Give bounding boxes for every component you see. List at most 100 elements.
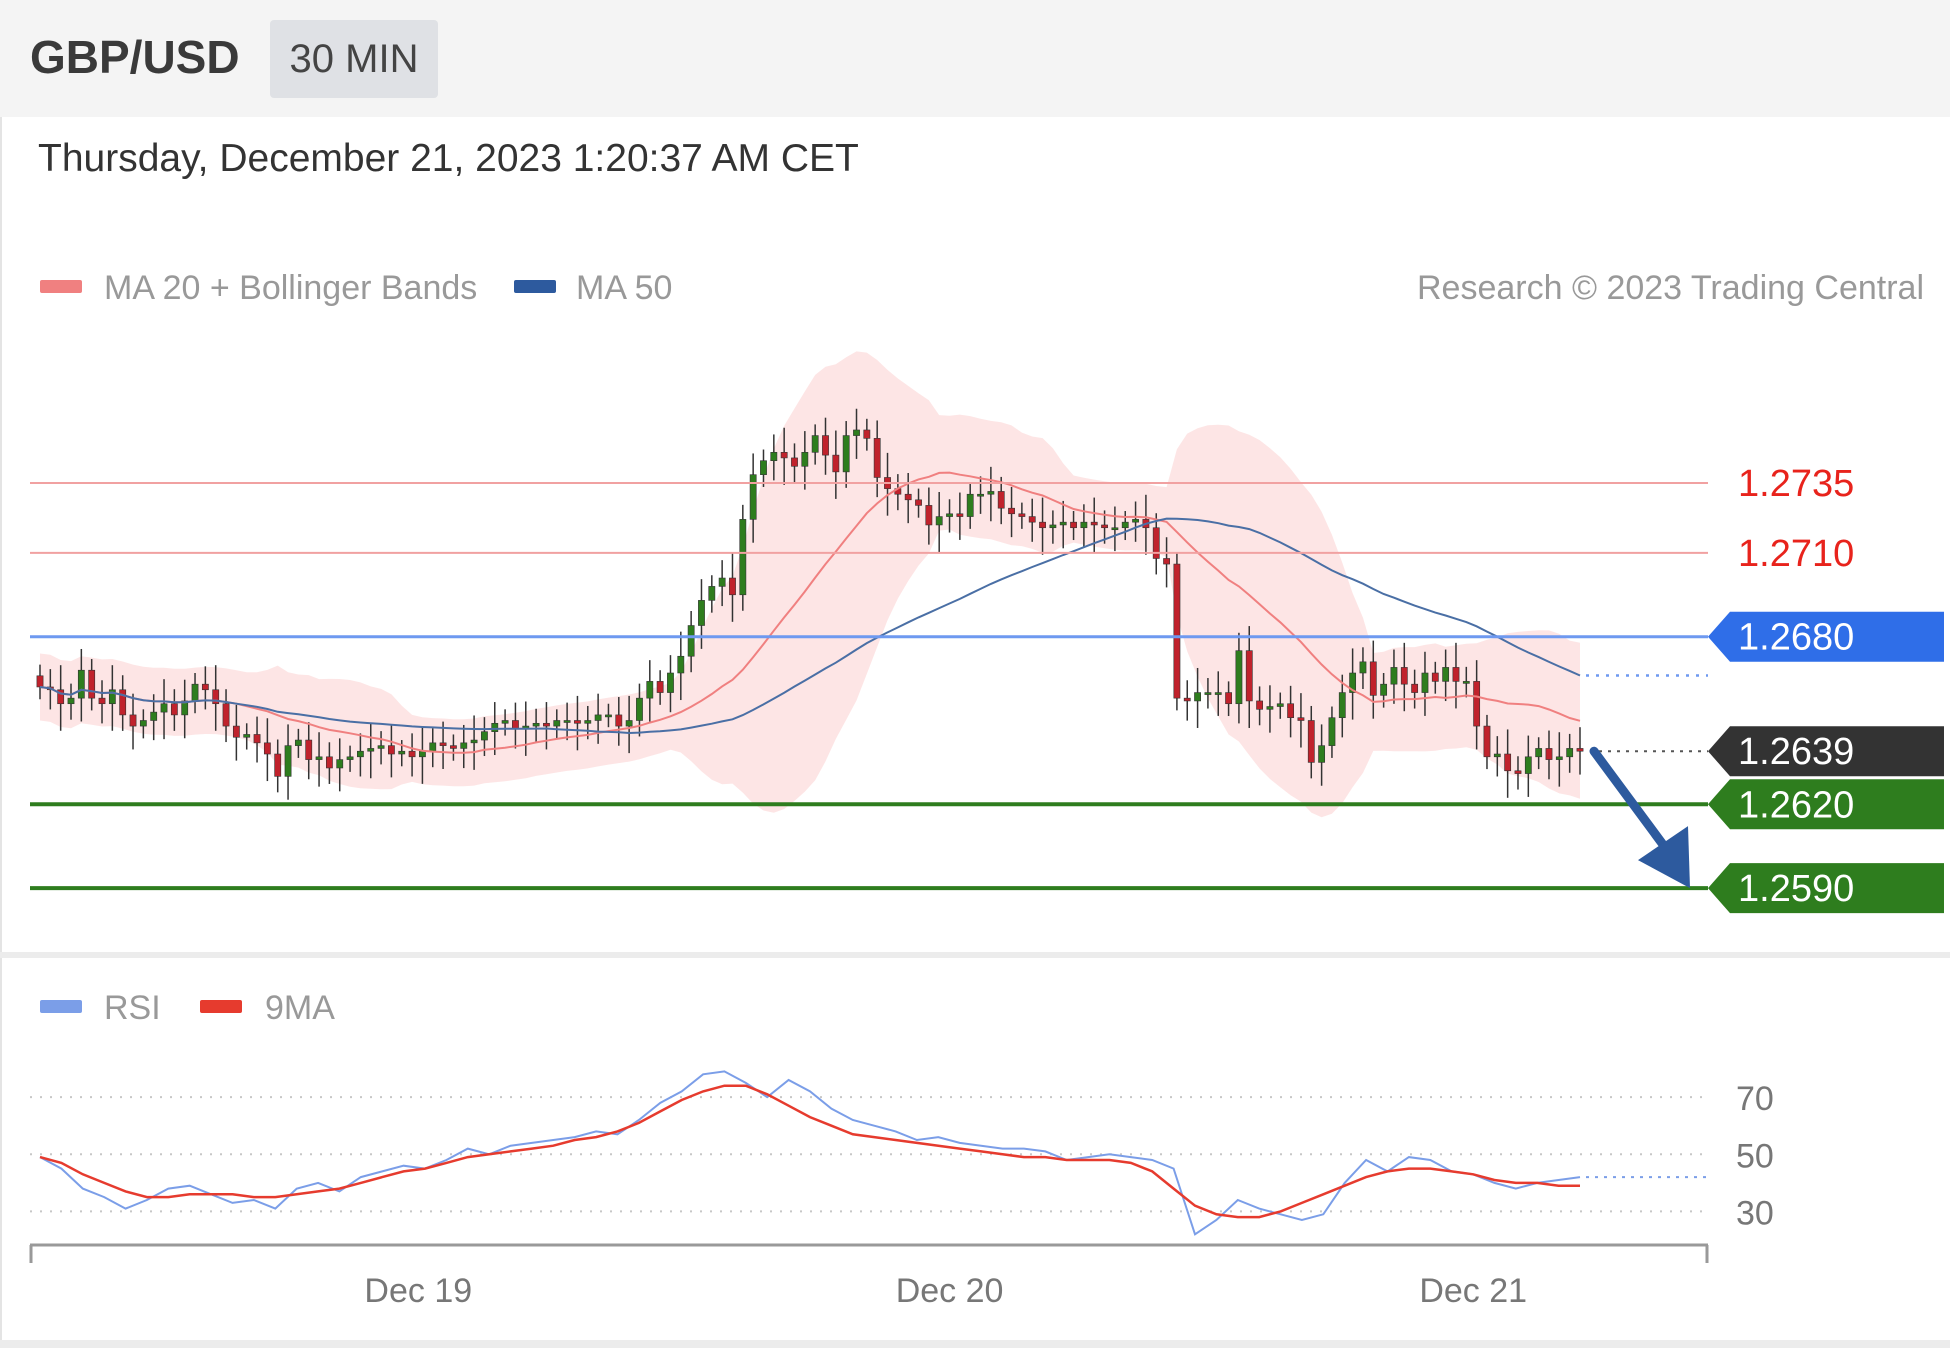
candle-body [1132,519,1139,523]
candle-body [811,435,819,453]
candle-body [336,759,344,769]
candle-body [1566,748,1574,758]
candle-body [718,577,726,587]
candle-body [615,714,623,727]
candle-body [232,725,240,738]
resistance-label: 1.2735 [1738,463,1854,505]
candle-body [977,493,984,497]
candle-body [139,720,147,727]
candle-body [1452,667,1460,682]
candle-body [605,714,612,718]
candle-body [98,697,106,705]
candle-body [1049,524,1057,529]
candle-body [1431,672,1439,682]
candle-body [1039,521,1046,529]
rsi-legend: RSI 9MA [40,989,335,1027]
candle-body [698,600,705,626]
candle-body [801,452,809,467]
candle-body [1256,700,1263,710]
candle-body [1080,521,1088,529]
candle-body [749,474,757,520]
rsi-legend-swatch [40,1000,82,1013]
candle-body [284,745,292,777]
candle-body [346,756,354,760]
candle-body [263,742,271,755]
candle-body [1276,703,1284,707]
candle-body [1442,667,1450,682]
candle-body [1535,748,1543,758]
candle-body [966,493,974,517]
ma50-legend-swatch [514,280,556,293]
candle-body [760,460,767,475]
candle-body [419,750,426,758]
candle-body [532,722,540,727]
price-legend: MA 20 + Bollinger Bands MA 50 Research ©… [40,269,1924,307]
candle-body [543,722,550,727]
candle-body [553,720,561,727]
candle-body [160,703,168,713]
candle-body [1235,650,1243,705]
candle-body [1504,753,1512,772]
candle-body [1421,672,1429,693]
candle-body [222,703,230,727]
candle-body [925,505,933,526]
candle-body [377,745,385,749]
candle-body [1028,516,1036,523]
candle-body [512,720,519,730]
candle-body [460,742,468,749]
candle-body [677,655,685,674]
copyright-label: Research © 2023 Trading Central [1417,269,1924,307]
time-tick-label: Dec 21 [1419,1272,1527,1310]
rsi-ma-legend-label: 9MA [265,989,335,1027]
time-axis: Dec 19 Dec 20 Dec 21 [29,1243,1709,1310]
candle-body [1070,521,1077,529]
candle-body [832,454,840,473]
candle-body [491,722,499,732]
rsi-tick-label: 30 [1736,1194,1774,1232]
candle-body [1090,521,1098,526]
candle-body [1524,756,1532,774]
candle-body [357,750,364,758]
candle-body [904,493,912,501]
candle-body [997,491,1005,509]
ma50-legend-label: MA 50 [576,269,672,307]
chart-canvas: MA 20 + Bollinger Bands MA 50 Research ©… [29,269,1944,1310]
pivot-price-tag-label: 1.2680 [1738,617,1854,659]
candle-body [791,457,798,467]
candle-body [325,756,333,769]
candle-body [470,739,478,744]
rsi-tick-label: 50 [1736,1137,1774,1175]
candle-body [1204,692,1212,695]
candle-body [770,452,778,462]
candle-body [1225,692,1232,705]
candle-body [1411,683,1419,693]
candle-body [450,745,457,749]
candle-body [1380,683,1388,696]
candle-body [646,681,654,699]
candle-body [1266,706,1274,710]
candle-body [253,734,261,744]
candle-body [1328,717,1336,746]
candle-body [656,681,664,693]
candle-body [67,697,75,705]
candle-body [1400,667,1408,685]
candle-body [1369,661,1377,696]
candle-body [842,435,850,473]
candle-body [1101,524,1108,529]
candle-body [1493,753,1501,758]
candle-body [388,745,395,755]
candle-body [1194,692,1201,702]
candle-body [687,625,695,657]
candle-body [1059,521,1067,526]
candle-body [822,435,829,456]
rsi-line [39,1070,1581,1236]
rsi-legend-label: RSI [104,989,161,1027]
candle-body [36,675,44,688]
candle-body [274,753,282,777]
candle-body [1318,745,1326,763]
candle-body [574,720,581,724]
rsi-tick-label: 70 [1736,1080,1774,1118]
candle-body [584,720,592,724]
candle-body [170,703,178,716]
candle-body [915,499,922,506]
